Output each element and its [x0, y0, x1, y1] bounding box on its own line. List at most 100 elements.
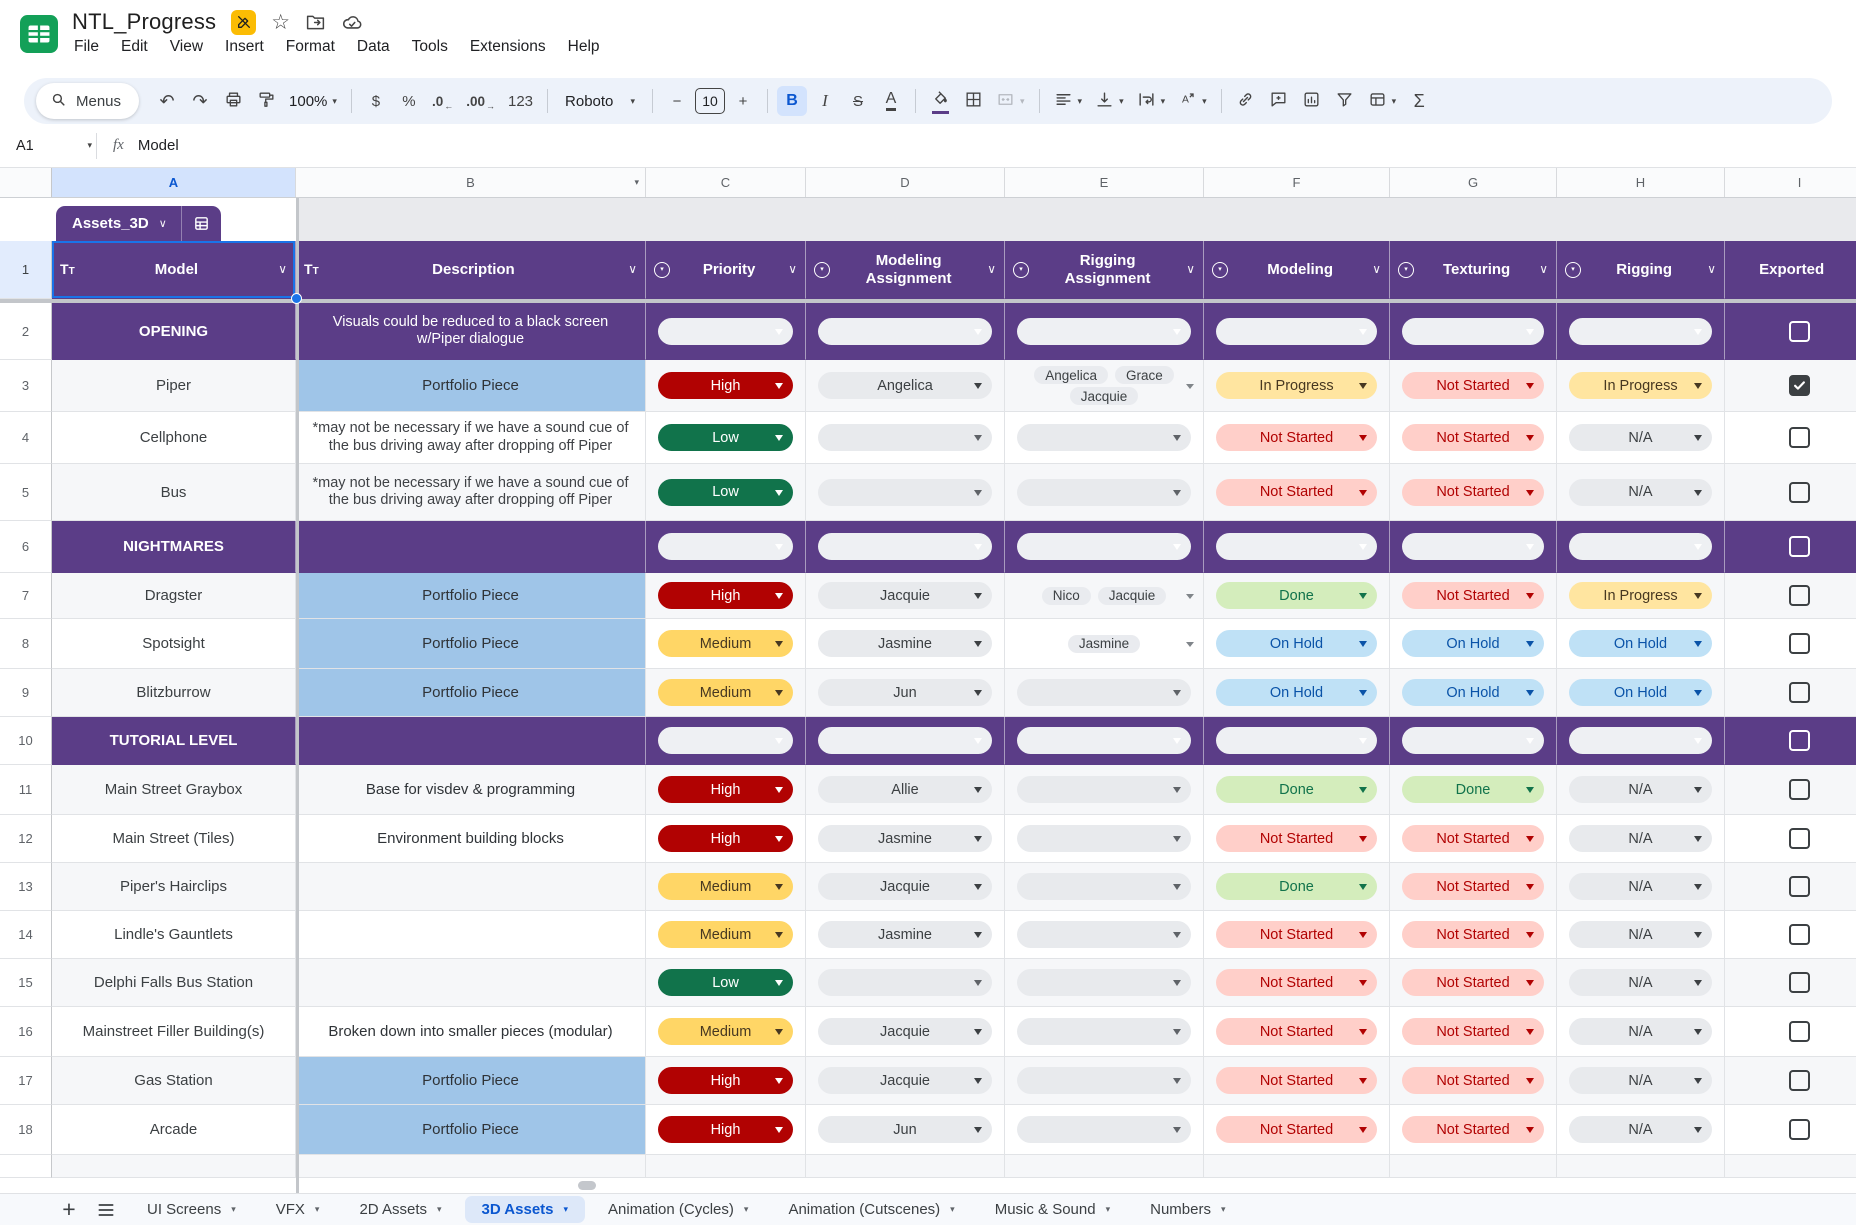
- create-filter-button[interactable]: [1330, 86, 1360, 116]
- row-number-18[interactable]: 18: [0, 1105, 52, 1155]
- name-box[interactable]: A1 ▾: [0, 138, 92, 154]
- rigging-assignment-pill[interactable]: [1017, 921, 1191, 948]
- cell-description[interactable]: Portfolio Piece: [296, 619, 646, 669]
- cell-rigging-status[interactable]: On Hold: [1557, 669, 1725, 717]
- priority-pill[interactable]: Medium: [658, 679, 793, 706]
- status-pill[interactable]: Not Started: [1216, 825, 1377, 852]
- zoom-selector[interactable]: 100%▾: [284, 86, 342, 116]
- status-pill[interactable]: Not Started: [1402, 1067, 1544, 1094]
- text-wrap-button[interactable]: ▾: [1132, 86, 1171, 116]
- cell-modeling-status[interactable]: Not Started: [1204, 412, 1390, 464]
- rigging-assignment-pill[interactable]: [1017, 1067, 1191, 1094]
- sheets-logo-icon[interactable]: [20, 15, 58, 53]
- priority-pill[interactable]: [658, 727, 793, 754]
- cell-exported[interactable]: [1725, 1057, 1856, 1105]
- paint-format-button[interactable]: [251, 86, 281, 116]
- cell-texturing-status[interactable]: On Hold: [1390, 619, 1557, 669]
- row-number-14[interactable]: 14: [0, 911, 52, 959]
- cell-priority[interactable]: Medium: [646, 863, 806, 911]
- priority-pill[interactable]: Low: [658, 969, 793, 996]
- priority-pill[interactable]: Medium: [658, 921, 793, 948]
- assignment-pill[interactable]: [818, 424, 992, 451]
- increase-decimal-button[interactable]: .00→: [461, 86, 500, 116]
- cell-priority[interactable]: High: [646, 765, 806, 815]
- cell-description[interactable]: Base for visdev & programming: [296, 765, 646, 815]
- decrease-font-size-button[interactable]: −: [662, 86, 692, 116]
- menu-extensions[interactable]: Extensions: [459, 33, 557, 61]
- status-pill[interactable]: Not Started: [1216, 424, 1377, 451]
- dropdown-arrow-icon[interactable]: [1186, 384, 1194, 389]
- status-pill[interactable]: [1402, 533, 1544, 560]
- cell-texturing-status[interactable]: [1390, 521, 1557, 573]
- cell-rigging-assignment[interactable]: [1005, 464, 1204, 521]
- empty-cell[interactable]: [1005, 1155, 1204, 1178]
- cell-rigging-assignment[interactable]: Jasmine: [1005, 619, 1204, 669]
- bold-button[interactable]: B: [777, 86, 807, 116]
- font-size-input[interactable]: 10: [695, 88, 725, 114]
- column-header-C[interactable]: C: [646, 168, 806, 197]
- insert-chart-button[interactable]: [1297, 86, 1327, 116]
- row-number-15[interactable]: 15: [0, 959, 52, 1007]
- cell-modeling-status[interactable]: Not Started: [1204, 911, 1390, 959]
- rigging-assignment-pill[interactable]: [1017, 479, 1191, 506]
- cell-exported[interactable]: [1725, 521, 1856, 573]
- status-pill[interactable]: [1216, 533, 1377, 560]
- cell-priority[interactable]: Medium: [646, 1007, 806, 1057]
- cell-modeling-assignment[interactable]: Jacquie: [806, 573, 1005, 619]
- cell-priority[interactable]: [646, 717, 806, 765]
- status-pill[interactable]: Not Started: [1216, 969, 1377, 996]
- row-number-4[interactable]: 4: [0, 412, 52, 464]
- cell-rigging-assignment[interactable]: [1005, 717, 1204, 765]
- status-pill[interactable]: Not Started: [1402, 969, 1544, 996]
- menu-tools[interactable]: Tools: [401, 33, 459, 61]
- cell-texturing-status[interactable]: On Hold: [1390, 669, 1557, 717]
- cell-exported[interactable]: [1725, 464, 1856, 521]
- assignee-chip[interactable]: Jasmine: [1068, 635, 1140, 653]
- rigging-assignment-pill[interactable]: [1017, 727, 1191, 754]
- status-pill[interactable]: [1216, 727, 1377, 754]
- priority-pill[interactable]: Medium: [658, 873, 793, 900]
- column-header-A[interactable]: A: [52, 168, 296, 197]
- row-number-9[interactable]: 9: [0, 669, 52, 717]
- cell-rigging-status[interactable]: N/A: [1557, 765, 1725, 815]
- rigging-assignment-pill[interactable]: [1017, 1116, 1191, 1143]
- assignment-pill[interactable]: Angelica: [818, 372, 992, 399]
- cell-rigging-assignment[interactable]: [1005, 303, 1204, 360]
- dropdown-arrow-icon[interactable]: [1186, 642, 1194, 647]
- cell-model[interactable]: Piper's Hairclips: [52, 863, 296, 911]
- cell-exported[interactable]: [1725, 619, 1856, 669]
- cell-rigging-status[interactable]: N/A: [1557, 959, 1725, 1007]
- status-pill[interactable]: In Progress: [1216, 372, 1377, 399]
- exported-checkbox[interactable]: [1789, 828, 1810, 849]
- cell-rigging-status[interactable]: N/A: [1557, 863, 1725, 911]
- cell-model[interactable]: Mainstreet Filler Building(s): [52, 1007, 296, 1057]
- header-cell-rigging[interactable]: ▾Rigging∨: [1557, 241, 1725, 299]
- cell-rigging-status[interactable]: N/A: [1557, 911, 1725, 959]
- menu-edit[interactable]: Edit: [110, 33, 159, 61]
- cell-modeling-status[interactable]: Done: [1204, 573, 1390, 619]
- column-header-B[interactable]: B▾: [296, 168, 646, 197]
- cell-rigging-status[interactable]: On Hold: [1557, 619, 1725, 669]
- cell-model[interactable]: TUTORIAL LEVEL: [52, 717, 296, 765]
- priority-pill[interactable]: High: [658, 825, 793, 852]
- exported-checkbox[interactable]: [1789, 682, 1810, 703]
- redo-button[interactable]: ↷: [185, 86, 215, 116]
- status-pill[interactable]: On Hold: [1569, 630, 1712, 657]
- column-header-H[interactable]: H: [1557, 168, 1725, 197]
- cell-modeling-assignment[interactable]: Allie: [806, 765, 1005, 815]
- number-format-button[interactable]: 123: [503, 86, 538, 116]
- empty-cell[interactable]: [1557, 1155, 1725, 1178]
- row-number-11[interactable]: 11: [0, 765, 52, 815]
- status-pill[interactable]: On Hold: [1216, 630, 1377, 657]
- status-pill[interactable]: Not Started: [1216, 479, 1377, 506]
- cell-modeling-assignment[interactable]: Jun: [806, 669, 1005, 717]
- cell-priority[interactable]: High: [646, 573, 806, 619]
- sheet-tab-music-sound[interactable]: Music & Sound▾: [978, 1194, 1127, 1225]
- exported-checkbox[interactable]: [1789, 876, 1810, 897]
- cell-modeling-status[interactable]: Not Started: [1204, 959, 1390, 1007]
- sheet-tab-animation-cutscenes-[interactable]: Animation (Cutscenes)▾: [771, 1194, 971, 1225]
- cell-description[interactable]: [296, 959, 646, 1007]
- cell-priority[interactable]: Low: [646, 959, 806, 1007]
- cell-texturing-status[interactable]: [1390, 717, 1557, 765]
- insert-comment-button[interactable]: [1264, 86, 1294, 116]
